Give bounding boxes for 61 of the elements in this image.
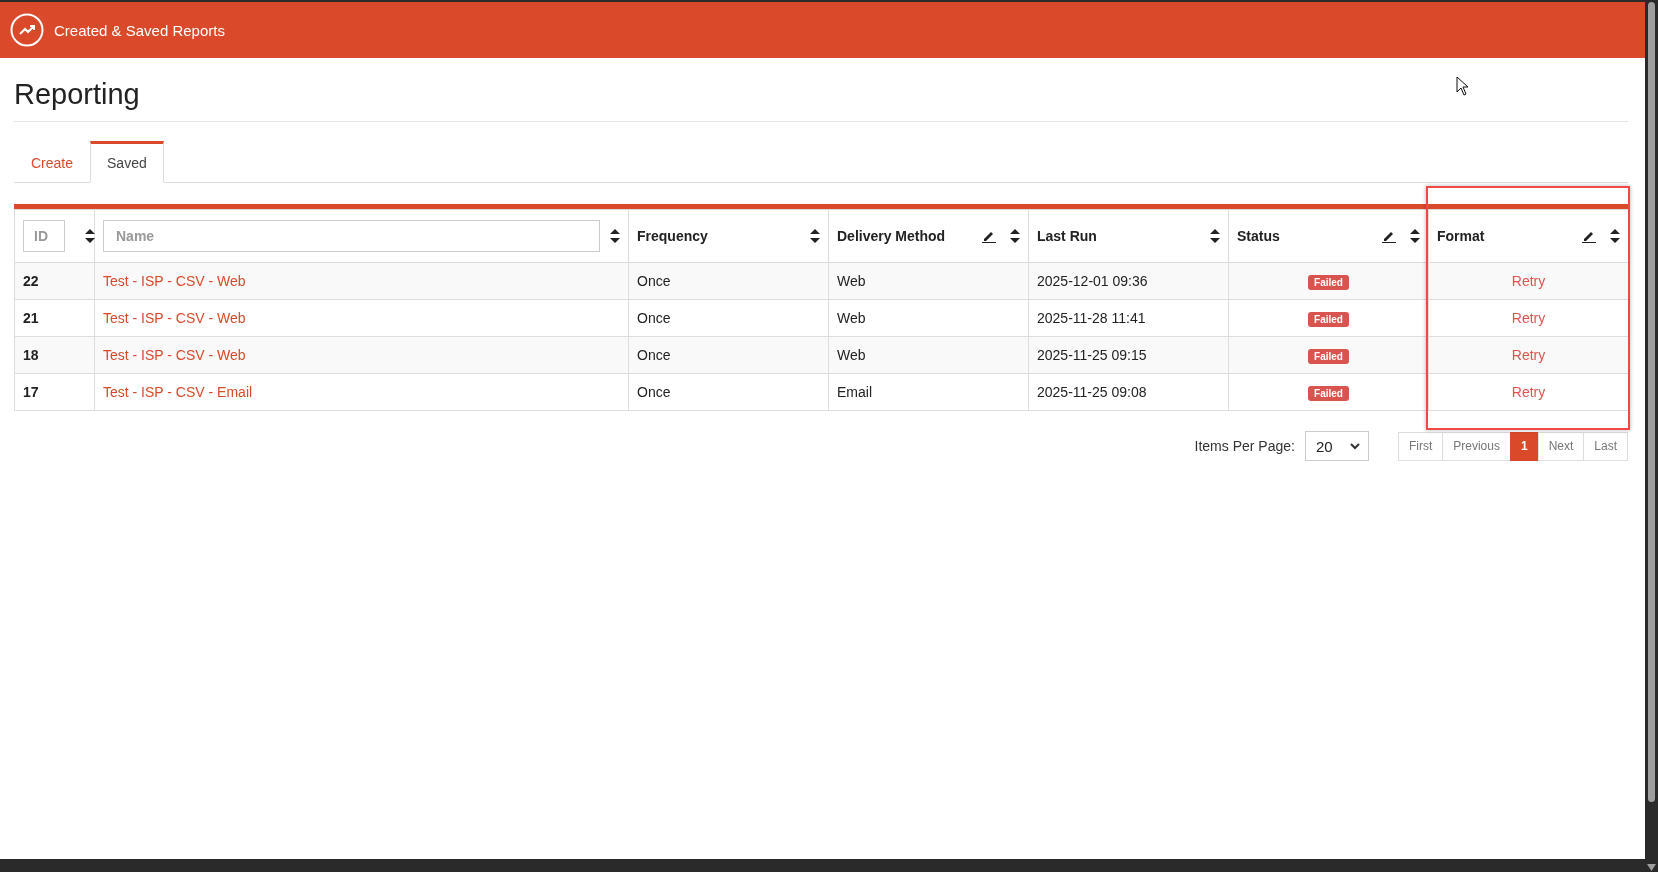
sort-icon[interactable] <box>1210 229 1220 243</box>
delivery-cell: Web <box>837 310 866 326</box>
frequency-cell: Once <box>637 310 671 326</box>
sort-icon[interactable] <box>610 229 620 243</box>
cursor-icon <box>1456 76 1470 96</box>
column-header: Format <box>1437 228 1485 244</box>
column-header: Last Run <box>1037 228 1097 244</box>
sort-icon[interactable] <box>1010 229 1020 243</box>
report-link[interactable]: Test - ISP - CSV - Web <box>103 273 246 289</box>
sort-icon[interactable] <box>1410 229 1420 243</box>
frequency-cell: Once <box>637 273 671 289</box>
page-button[interactable]: 1 <box>1509 431 1539 461</box>
id-cell: 22 <box>23 273 39 289</box>
tab[interactable]: Saved <box>90 141 164 183</box>
edit-icon[interactable] <box>982 229 996 243</box>
retry-link[interactable]: Retry <box>1511 347 1546 363</box>
id-cell: 18 <box>23 347 39 363</box>
edit-icon[interactable] <box>1382 229 1396 243</box>
page-button[interactable]: Previous <box>1442 431 1511 461</box>
trend-icon <box>10 13 44 47</box>
per-page-select[interactable]: 20 <box>1304 431 1369 461</box>
items-per-page-label: Items Per Page: <box>1194 438 1295 454</box>
id-cell: 21 <box>23 310 39 326</box>
page-button[interactable]: Next <box>1537 431 1585 461</box>
filter-field[interactable]: Name <box>103 220 600 252</box>
retry-link[interactable]: Retry <box>1511 384 1546 400</box>
status-badge: Failed <box>1308 385 1349 401</box>
last-run-cell: 2025-12-01 09:36 <box>1037 273 1148 289</box>
column-header: Frequency <box>637 228 708 244</box>
last-run-cell: 2025-11-25 09:08 <box>1037 384 1147 400</box>
tab[interactable]: Create <box>14 141 91 183</box>
delivery-cell: Web <box>837 273 866 289</box>
status-badge: Failed <box>1308 348 1349 364</box>
retry-link[interactable]: Retry <box>1511 310 1546 326</box>
frequency-cell: Once <box>637 384 671 400</box>
status-badge: Failed <box>1308 311 1349 327</box>
header-title: Created & Saved Reports <box>54 21 225 39</box>
report-link[interactable]: Test - ISP - CSV - Email <box>103 384 253 400</box>
edit-icon[interactable] <box>1582 229 1596 243</box>
last-run-cell: 2025-11-25 09:15 <box>1037 347 1147 363</box>
id-cell: 17 <box>23 384 39 400</box>
page-button[interactable]: Last <box>1583 431 1628 461</box>
report-link[interactable]: Test - ISP - CSV - Web <box>103 347 246 363</box>
sort-icon[interactable] <box>1610 229 1620 243</box>
scrollbar-thumb[interactable] <box>1648 2 1655 802</box>
retry-link[interactable]: Retry <box>1511 273 1546 289</box>
chevron-icon <box>1349 442 1360 450</box>
page-title: Reporting <box>14 78 140 110</box>
sort-icon[interactable] <box>810 229 820 243</box>
delivery-cell: Web <box>837 347 866 363</box>
filter-field[interactable]: ID <box>23 220 65 252</box>
column-header: Delivery Method <box>837 228 946 244</box>
last-run-cell: 2025-11-28 11:41 <box>1037 310 1146 326</box>
sort-icon[interactable] <box>85 229 95 243</box>
delivery-cell: Email <box>837 384 872 400</box>
status-badge: Failed <box>1308 274 1349 290</box>
column-header: Status <box>1237 228 1280 244</box>
frequency-cell: Once <box>637 347 671 363</box>
scroll-down-icon[interactable] <box>1647 864 1656 871</box>
page-button[interactable]: First <box>1397 431 1444 461</box>
report-link[interactable]: Test - ISP - CSV - Web <box>103 310 246 326</box>
